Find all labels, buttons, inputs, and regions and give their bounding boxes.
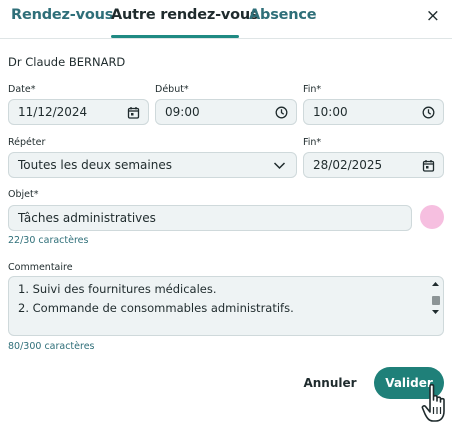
comment-line: 1. Suivi des fournitures médicales. bbox=[18, 282, 217, 296]
end-time-field[interactable]: 10:00 bbox=[303, 99, 444, 125]
comment-textarea[interactable]: 1. Suivi des fournitures médicales. 2. C… bbox=[8, 276, 444, 336]
calendar-icon[interactable] bbox=[127, 106, 140, 119]
repeat-end-date-field[interactable]: 28/02/2025 bbox=[303, 152, 444, 178]
scroll-up-arrow-icon[interactable] bbox=[431, 280, 440, 288]
repeat-value: Toutes les deux semaines bbox=[18, 158, 172, 172]
close-icon[interactable]: × bbox=[426, 6, 440, 26]
tab-autre-rendez-vous[interactable]: Autre rendez-vous bbox=[111, 7, 259, 23]
date-value: 11/12/2024 bbox=[18, 105, 88, 119]
start-label: Début* bbox=[155, 84, 189, 95]
repeat-label: Répéter bbox=[8, 137, 46, 148]
subject-input[interactable]: Tâches administratives bbox=[8, 205, 412, 231]
clock-icon[interactable] bbox=[275, 106, 288, 119]
end-label: Fin* bbox=[303, 84, 322, 95]
calendar-icon[interactable] bbox=[422, 159, 435, 172]
subject-char-counter: 22/30 caractères bbox=[8, 235, 89, 246]
tab-bar: Rendez-vous Autre rendez-vous Absence × bbox=[0, 0, 452, 39]
chevron-down-icon[interactable] bbox=[273, 159, 286, 172]
comment-line: 2. Commande de consommables administrati… bbox=[18, 301, 294, 315]
color-picker-swatch[interactable] bbox=[420, 205, 444, 229]
active-tab-indicator bbox=[111, 35, 239, 38]
subject-label: Objet* bbox=[8, 189, 39, 200]
repeat-end-label: Fin* bbox=[303, 137, 322, 148]
start-time-field[interactable]: 09:00 bbox=[155, 99, 297, 125]
tab-rendez-vous[interactable]: Rendez-vous bbox=[11, 7, 113, 23]
comment-label: Commentaire bbox=[8, 262, 73, 273]
date-label: Date* bbox=[8, 84, 36, 95]
tab-absence[interactable]: Absence bbox=[249, 7, 317, 23]
hand-cursor-icon bbox=[421, 383, 445, 422]
textarea-scrollbar[interactable] bbox=[431, 280, 440, 332]
end-value: 10:00 bbox=[313, 105, 348, 119]
cancel-button[interactable]: Annuler bbox=[298, 370, 362, 396]
comment-char-counter: 80/300 caractères bbox=[8, 341, 95, 352]
scroll-down-arrow-icon[interactable] bbox=[431, 308, 440, 316]
subject-value: Tâches administratives bbox=[18, 211, 156, 225]
scrollbar-thumb[interactable] bbox=[432, 296, 440, 305]
start-value: 09:00 bbox=[165, 105, 200, 119]
clock-icon[interactable] bbox=[422, 106, 435, 119]
repeat-select[interactable]: Toutes les deux semaines bbox=[8, 152, 297, 178]
repeat-end-value: 28/02/2025 bbox=[313, 158, 383, 172]
date-field[interactable]: 11/12/2024 bbox=[8, 99, 149, 125]
doctor-name: Dr Claude BERNARD bbox=[8, 55, 126, 69]
